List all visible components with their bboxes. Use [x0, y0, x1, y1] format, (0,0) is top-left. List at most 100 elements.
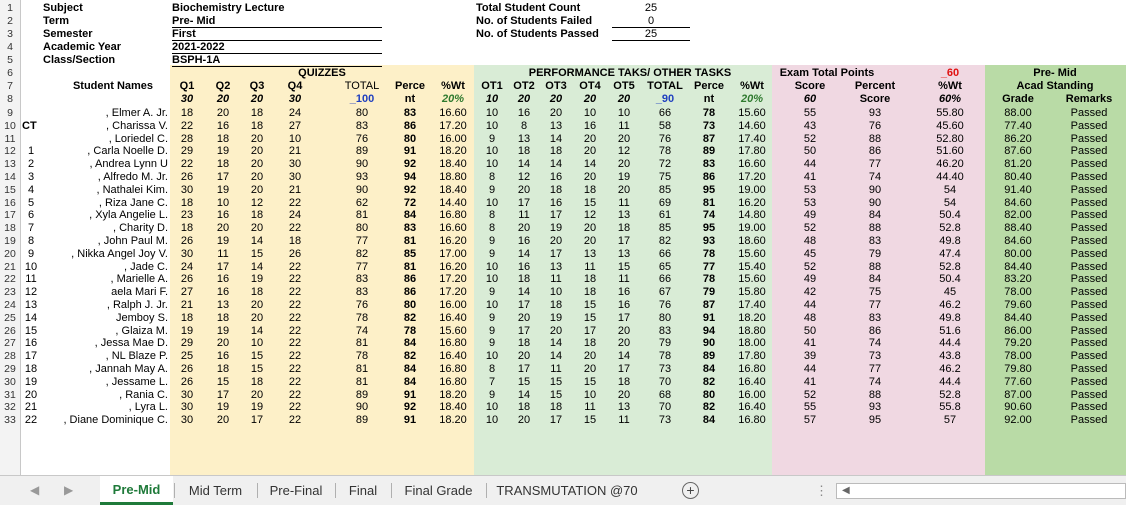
task-score[interactable]: 16 — [541, 171, 571, 183]
quiz-total[interactable]: 78 — [342, 350, 382, 362]
task-score[interactable]: 16 — [609, 299, 639, 311]
grade[interactable]: 87.60 — [988, 145, 1048, 157]
row-number[interactable]: 26 — [0, 325, 20, 337]
row-number[interactable]: 32 — [0, 402, 20, 413]
task-percent[interactable]: 87 — [689, 133, 729, 145]
quiz-score[interactable]: 16 — [209, 350, 237, 362]
task-score[interactable]: 10 — [477, 197, 507, 209]
task-score[interactable]: 20 — [509, 414, 539, 426]
exam-score[interactable]: 52 — [780, 222, 840, 234]
quiz-total[interactable]: 82 — [342, 248, 382, 260]
task-score[interactable]: 11 — [609, 120, 639, 132]
task-score[interactable]: 9 — [477, 248, 507, 260]
task-score[interactable]: 20 — [609, 337, 639, 349]
quiz-total[interactable]: 90 — [342, 158, 382, 170]
exam-percent[interactable]: 84 — [845, 273, 905, 285]
exam-percent[interactable]: 75 — [845, 286, 905, 298]
student-number[interactable]: 8 — [23, 235, 39, 247]
remarks[interactable]: Passed — [1056, 197, 1122, 209]
task-weight[interactable]: 16.40 — [734, 376, 770, 388]
quiz-score[interactable]: 10 — [281, 133, 309, 145]
quiz-score[interactable]: 24 — [281, 209, 309, 221]
quiz-score[interactable]: 30 — [173, 184, 201, 196]
task-score[interactable]: 20 — [609, 158, 639, 170]
task-percent[interactable]: 82 — [689, 401, 729, 413]
grade[interactable]: 80.00 — [988, 248, 1048, 260]
task-weight[interactable]: 16.80 — [734, 414, 770, 426]
quiz-score[interactable]: 11 — [209, 248, 237, 260]
task-score[interactable]: 17 — [509, 197, 539, 209]
student-name[interactable]: , Glaiza M. — [50, 325, 168, 337]
quiz-percent[interactable]: 91 — [390, 389, 430, 401]
task-weight[interactable]: 16.00 — [734, 389, 770, 401]
row-number[interactable]: 2 — [0, 16, 20, 27]
remarks[interactable]: Passed — [1056, 235, 1122, 247]
task-score[interactable]: 13 — [541, 120, 571, 132]
task-score[interactable]: 20 — [609, 389, 639, 401]
student-name[interactable]: , Charity D. — [50, 222, 168, 234]
task-score[interactable]: 11 — [575, 261, 605, 273]
quiz-score[interactable]: 30 — [173, 248, 201, 260]
task-percent[interactable]: 87 — [689, 299, 729, 311]
task-score[interactable]: 20 — [609, 184, 639, 196]
quiz-score[interactable]: 27 — [173, 286, 201, 298]
quiz-score[interactable]: 17 — [209, 261, 237, 273]
exam-score[interactable]: 44 — [780, 158, 840, 170]
quiz-score[interactable]: 22 — [173, 158, 201, 170]
task-score[interactable]: 15 — [541, 376, 571, 388]
task-total[interactable]: 61 — [645, 209, 685, 221]
task-percent[interactable]: 93 — [689, 235, 729, 247]
quiz-score[interactable]: 10 — [209, 197, 237, 209]
quiz-total[interactable]: 81 — [342, 337, 382, 349]
task-score[interactable]: 9 — [477, 312, 507, 324]
task-score[interactable]: 19 — [541, 222, 571, 234]
grade[interactable]: 90.60 — [988, 401, 1048, 413]
remarks[interactable]: Passed — [1056, 248, 1122, 260]
task-percent[interactable]: 82 — [689, 376, 729, 388]
quiz-percent[interactable]: 86 — [390, 120, 430, 132]
student-name[interactable]: , Lyra L. — [50, 401, 168, 413]
task-percent[interactable]: 90 — [689, 337, 729, 349]
quiz-weight[interactable]: 17.20 — [435, 286, 471, 298]
task-weight[interactable]: 15.60 — [734, 248, 770, 260]
student-number[interactable]: 19 — [23, 376, 39, 388]
quiz-percent[interactable]: 78 — [390, 325, 430, 337]
task-total[interactable]: 67 — [645, 286, 685, 298]
quiz-score[interactable]: 29 — [173, 337, 201, 349]
scrollbar-left-arrow-icon[interactable]: ◀ — [842, 483, 850, 499]
task-total[interactable]: 65 — [645, 261, 685, 273]
student-number[interactable]: 9 — [23, 248, 39, 260]
exam-score[interactable]: 43 — [780, 120, 840, 132]
exam-percent[interactable]: 90 — [845, 184, 905, 196]
quiz-score[interactable]: 19 — [209, 184, 237, 196]
task-score[interactable]: 13 — [541, 261, 571, 273]
task-score[interactable]: 20 — [541, 107, 571, 119]
quiz-weight[interactable]: 16.00 — [435, 299, 471, 311]
exam-weight[interactable]: 49.8 — [925, 312, 975, 324]
task-percent[interactable]: 78 — [689, 107, 729, 119]
quiz-weight[interactable]: 17.20 — [435, 273, 471, 285]
quiz-weight[interactable]: 16.20 — [435, 261, 471, 273]
student-name[interactable]: , NL Blaze P. — [50, 350, 168, 362]
exam-percent[interactable]: 77 — [845, 158, 905, 170]
student-name[interactable]: , Nikka Angel Joy V. — [50, 248, 168, 260]
task-score[interactable]: 20 — [609, 325, 639, 337]
row-number[interactable]: 11 — [0, 133, 20, 145]
quiz-score[interactable]: 30 — [281, 171, 309, 183]
quiz-score[interactable]: 16 — [209, 209, 237, 221]
row-number[interactable]: 4 — [0, 42, 20, 53]
task-score[interactable]: 18 — [509, 273, 539, 285]
student-name[interactable]: , Rania C. — [50, 389, 168, 401]
exam-score[interactable]: 41 — [780, 171, 840, 183]
exam-score[interactable]: 50 — [780, 145, 840, 157]
task-score[interactable]: 14 — [509, 158, 539, 170]
quiz-percent[interactable]: 84 — [390, 209, 430, 221]
task-score[interactable]: 10 — [575, 107, 605, 119]
exam-percent[interactable]: 86 — [845, 325, 905, 337]
quiz-percent[interactable]: 92 — [390, 184, 430, 196]
sheet-tab[interactable]: Pre-Final — [257, 476, 335, 505]
quiz-score[interactable]: 18 — [281, 235, 309, 247]
row-number[interactable]: 1 — [0, 3, 20, 14]
quiz-score[interactable]: 15 — [243, 350, 271, 362]
quiz-weight[interactable]: 16.60 — [435, 222, 471, 234]
